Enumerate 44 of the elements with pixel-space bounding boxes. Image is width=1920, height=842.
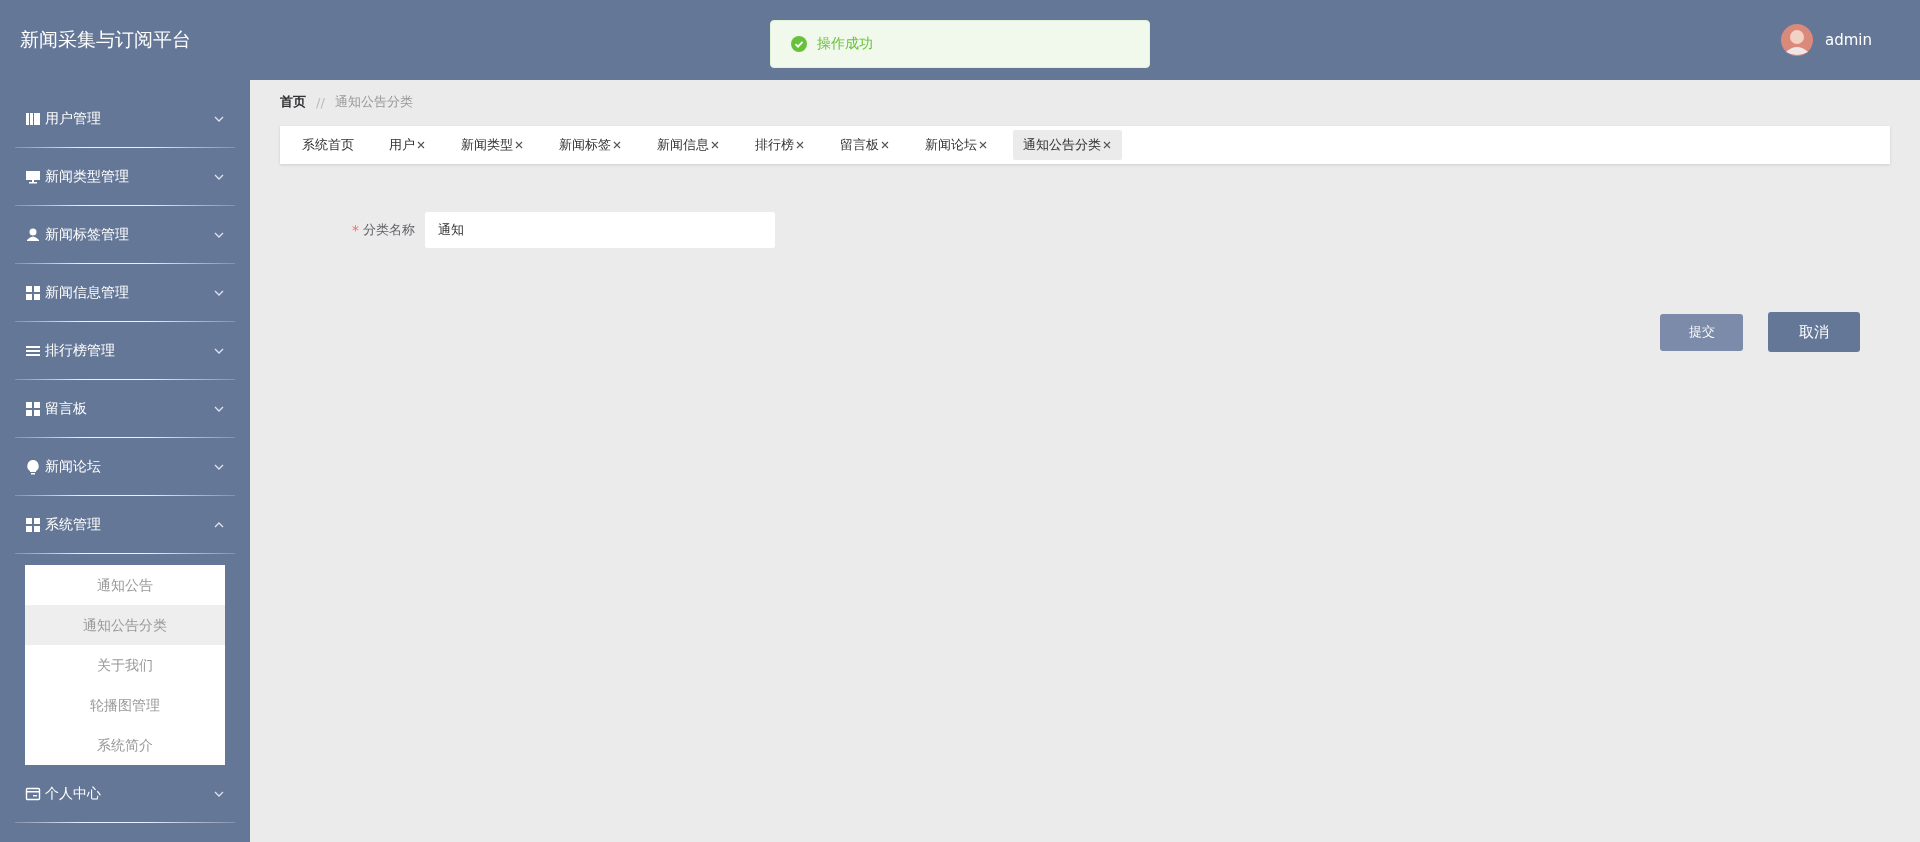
tab[interactable]: 新闻标签: [549, 130, 632, 160]
breadcrumb-current: 通知公告分类: [334, 93, 413, 111]
breadcrumb-separator: //: [316, 94, 325, 110]
card-icon: [25, 785, 41, 802]
bulb-icon: [25, 458, 41, 475]
tab[interactable]: 留言板: [830, 130, 900, 160]
user-name[interactable]: admin: [1825, 31, 1872, 49]
input-field[interactable]: 通知: [425, 212, 775, 248]
cancel-button[interactable]: 取消: [1768, 312, 1860, 352]
toast-message: 操作成功: [817, 35, 873, 53]
menu-item[interactable]: 用户管理: [15, 90, 235, 147]
grid-icon: [25, 400, 41, 417]
tab[interactable]: 用户: [379, 130, 436, 160]
submenu-item[interactable]: 轮播图管理: [25, 685, 225, 725]
menu-item[interactable]: 个人中心: [15, 765, 235, 822]
tab[interactable]: 系统首页: [292, 130, 364, 160]
menu-item[interactable]: 新闻类型管理: [15, 148, 235, 205]
tab[interactable]: 通知公告分类: [1013, 130, 1122, 160]
submenu-item[interactable]: 系统简介: [25, 725, 225, 765]
person-icon: [25, 226, 41, 243]
app-title: 新闻采集与订阅平台: [20, 27, 191, 52]
menu-item[interactable]: 新闻论坛: [15, 438, 235, 495]
grid-icon: [25, 516, 41, 533]
avatar-icon: [1781, 24, 1813, 56]
submenu-item[interactable]: 通知公告: [25, 565, 225, 605]
menu-item[interactable]: 排行榜管理: [15, 322, 235, 379]
field-label: 分类名称: [363, 221, 415, 239]
menu-item[interactable]: 新闻信息管理: [15, 264, 235, 321]
menu-item[interactable]: 留言板: [15, 380, 235, 437]
tab[interactable]: 新闻信息: [647, 130, 730, 160]
tab[interactable]: 新闻类型: [451, 130, 534, 160]
books-icon: [25, 110, 41, 127]
monitor-icon: [25, 168, 41, 185]
tab[interactable]: 新闻论坛: [915, 130, 998, 160]
check-icon: [791, 36, 807, 52]
grid-icon: [25, 284, 41, 301]
submenu-item[interactable]: 通知公告分类: [25, 605, 225, 645]
required-mark: *: [352, 222, 359, 238]
menu-item[interactable]: 新闻标签管理: [15, 206, 235, 263]
submit-button[interactable]: 提交: [1660, 313, 1743, 351]
submenu-item[interactable]: 关于我们: [25, 645, 225, 685]
menu-item[interactable]: 系统管理: [15, 496, 235, 553]
tab[interactable]: 排行榜: [745, 130, 815, 160]
breadcrumb-link[interactable]: 首页: [280, 93, 306, 111]
